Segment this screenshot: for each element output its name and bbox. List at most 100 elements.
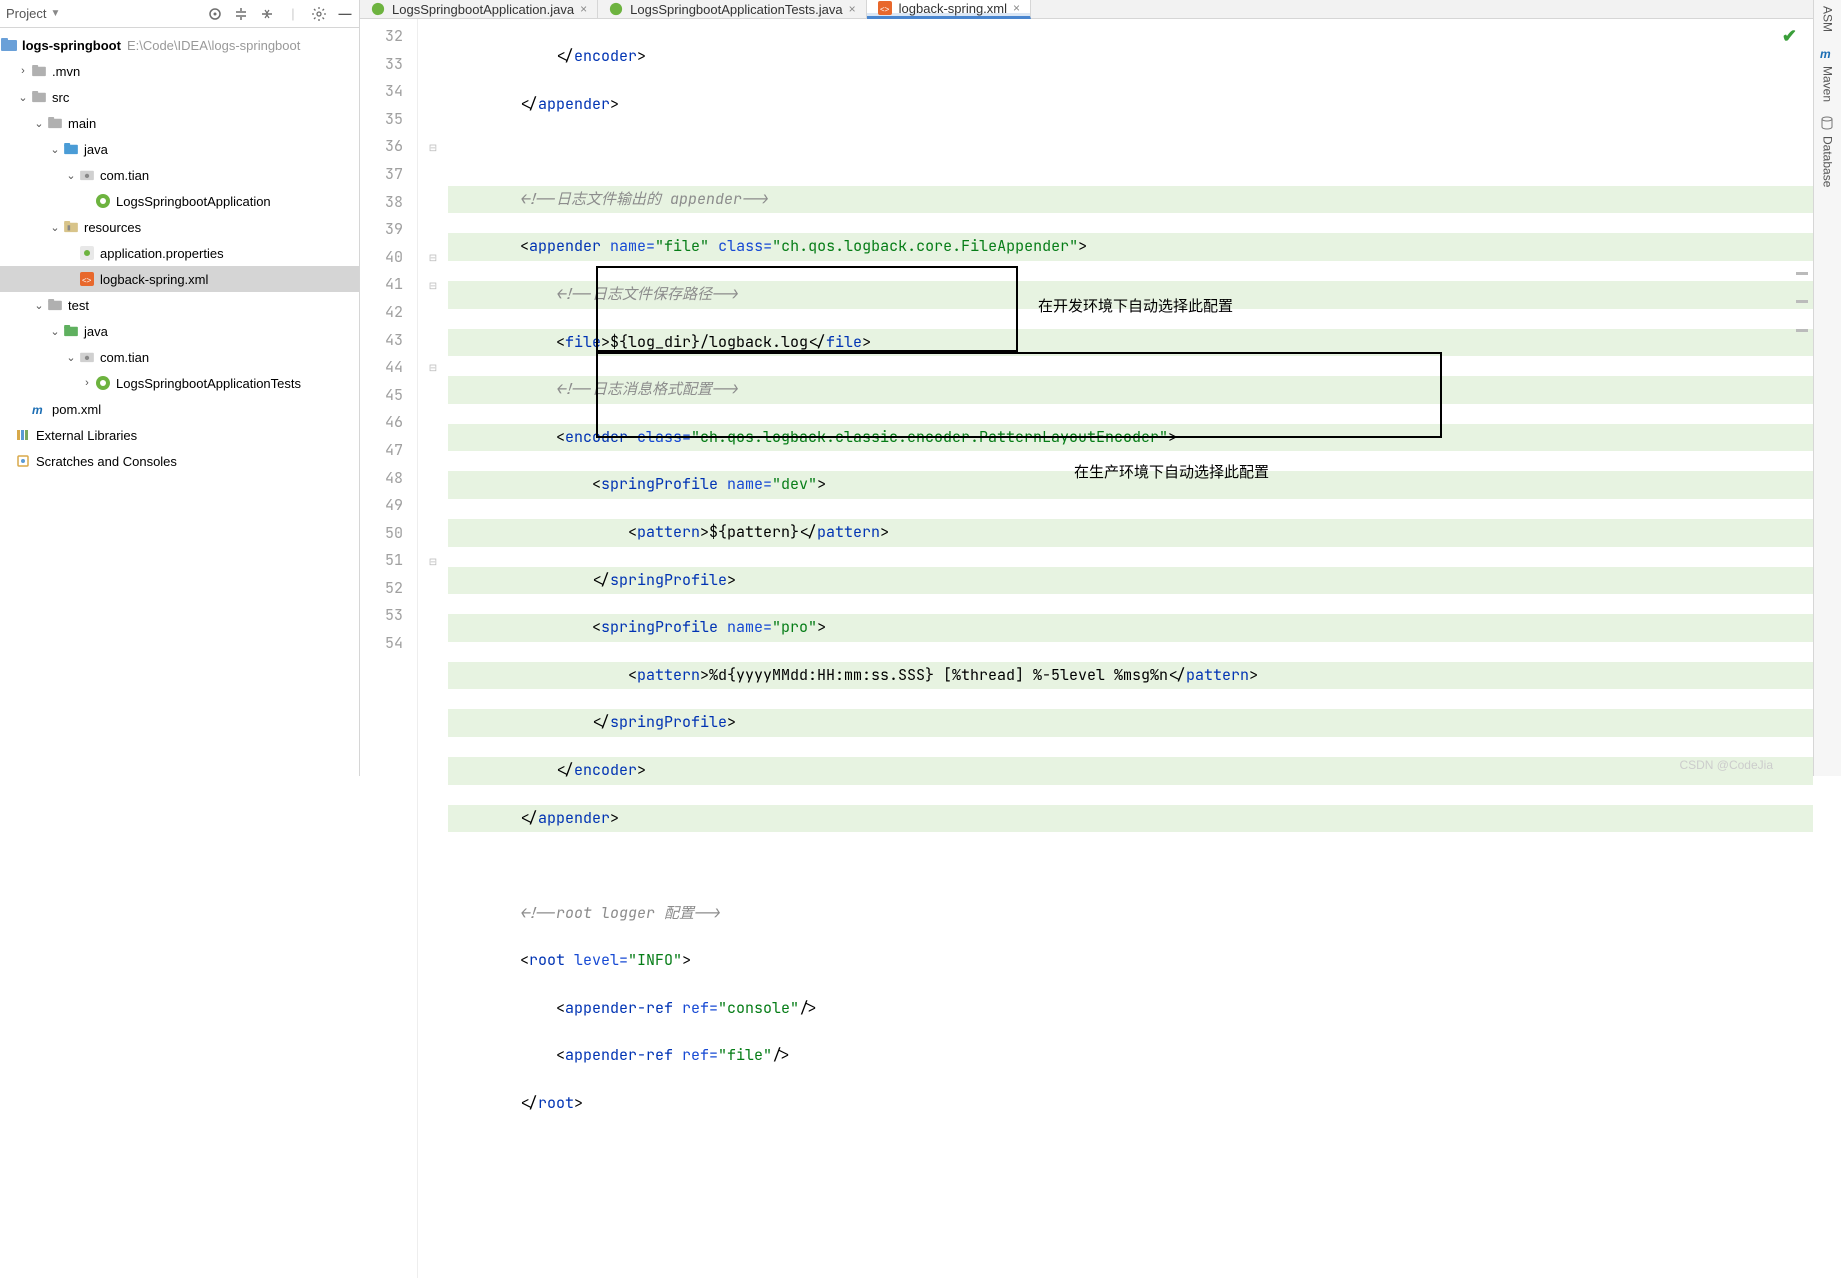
- annotation-text-pro: 在生产环境下自动选择此配置: [1074, 461, 1269, 482]
- line-number: 45: [360, 382, 403, 410]
- folder-icon: [46, 296, 64, 314]
- scratches-icon: [14, 452, 32, 470]
- tab-logback[interactable]: <> logback-spring.xml ×: [867, 0, 1031, 19]
- line-number: 36: [360, 133, 403, 161]
- rb-database[interactable]: Database: [1820, 116, 1836, 187]
- tree-logback[interactable]: <> logback-spring.xml: [0, 266, 359, 292]
- line-number: 48: [360, 465, 403, 493]
- tab-app-main[interactable]: LogsSpringbootApplication.java ×: [360, 0, 598, 18]
- chevron-down-icon: ⌄: [64, 351, 78, 364]
- project-sidebar: Project ▼ | — logs-springboot E:\Code\ID…: [0, 0, 360, 776]
- chevron-down-icon: ⌄: [48, 221, 62, 234]
- tree-item-label: External Libraries: [36, 428, 137, 443]
- xml-file-icon: <>: [877, 0, 893, 16]
- project-title[interactable]: Project ▼: [6, 6, 60, 21]
- tree-scratches[interactable]: Scratches and Consoles: [0, 448, 359, 474]
- tree-java-test[interactable]: ⌄ java: [0, 318, 359, 344]
- close-icon[interactable]: ×: [849, 2, 856, 16]
- chevron-down-icon: ⌄: [32, 117, 46, 130]
- line-number: 40: [360, 244, 403, 272]
- tree-mvn[interactable]: ›.mvn: [0, 58, 359, 84]
- fold-gutter: ⊟ ⊟ ⊟ ⊟ ⊟: [418, 19, 448, 1278]
- tree-item-label: test: [68, 298, 89, 313]
- tree-item-label: main: [68, 116, 96, 131]
- line-number: 44: [360, 354, 403, 382]
- chevron-right-icon: ›: [80, 377, 94, 389]
- chevron-down-icon: ⌄: [48, 143, 62, 156]
- project-tree: logs-springboot E:\Code\IDEA\logs-spring…: [0, 28, 359, 776]
- tree-item-label: resources: [84, 220, 141, 235]
- tree-app-main[interactable]: LogsSpringbootApplication: [0, 188, 359, 214]
- line-gutter: 32 33 34 35 36 37 38 39 40 41 42 43 44 4…: [360, 19, 418, 1278]
- line-number: 47: [360, 437, 403, 465]
- fold-marker-icon[interactable]: ⊟: [418, 271, 448, 299]
- right-toolbar: ASM mMaven Database: [1813, 0, 1841, 776]
- collapse-all-icon[interactable]: [259, 6, 275, 22]
- rb-maven[interactable]: mMaven: [1820, 46, 1836, 102]
- tab-label: LogsSpringbootApplication.java: [392, 2, 574, 17]
- fold-marker-icon[interactable]: ⊟: [418, 133, 448, 161]
- svg-text:m: m: [1820, 47, 1831, 60]
- tree-app-props[interactable]: application.properties: [0, 240, 359, 266]
- rb-asm[interactable]: ASM: [1821, 6, 1835, 32]
- line-number: 37: [360, 161, 403, 189]
- chevron-down-icon: ⌄: [48, 325, 62, 338]
- tree-item-label: application.properties: [100, 246, 224, 261]
- tree-resources[interactable]: ⌄ resources: [0, 214, 359, 240]
- tree-main[interactable]: ⌄ main: [0, 110, 359, 136]
- hide-icon[interactable]: —: [337, 6, 353, 22]
- svg-text:<>: <>: [880, 5, 890, 14]
- expand-all-icon[interactable]: [233, 6, 249, 22]
- spring-class-icon: [608, 1, 624, 17]
- tree-pkg-main[interactable]: ⌄com.tian: [0, 162, 359, 188]
- tree-pkg-test[interactable]: ⌄com.tian: [0, 344, 359, 370]
- package-icon: [78, 166, 96, 184]
- divider-icon: |: [285, 6, 301, 22]
- fold-marker-icon[interactable]: ⊟: [418, 354, 448, 382]
- folder-icon: [0, 36, 18, 54]
- tree-pom[interactable]: mpom.xml: [0, 396, 359, 422]
- close-icon[interactable]: ×: [580, 2, 587, 16]
- locate-icon[interactable]: [207, 6, 223, 22]
- tree-item-label: logback-spring.xml: [100, 272, 208, 287]
- maven-icon: m: [1820, 46, 1836, 62]
- settings-icon[interactable]: [311, 6, 327, 22]
- tab-label: LogsSpringbootApplicationTests.java: [630, 2, 842, 17]
- tree-item-label: pom.xml: [52, 402, 101, 417]
- xml-file-icon: <>: [78, 270, 96, 288]
- chevron-down-icon: ⌄: [16, 91, 30, 104]
- tree-item-label: Scratches and Consoles: [36, 454, 177, 469]
- line-number: 46: [360, 409, 403, 437]
- tree-root[interactable]: logs-springboot E:\Code\IDEA\logs-spring…: [0, 32, 359, 58]
- scrollbar-markers: [1795, 272, 1809, 332]
- line-number: 53: [360, 602, 403, 630]
- tree-root-path: E:\Code\IDEA\logs-springboot: [127, 38, 300, 53]
- spring-class-icon: [94, 374, 112, 392]
- tree-app-test[interactable]: ›LogsSpringbootApplicationTests: [0, 370, 359, 396]
- editor-tabs: LogsSpringbootApplication.java × LogsSpr…: [360, 0, 1813, 19]
- line-number: 34: [360, 78, 403, 106]
- tab-app-tests[interactable]: LogsSpringbootApplicationTests.java ×: [598, 0, 866, 18]
- database-icon: [1820, 116, 1836, 132]
- tree-src[interactable]: ⌄src: [0, 84, 359, 110]
- line-number: 38: [360, 189, 403, 217]
- fold-marker-icon[interactable]: ⊟: [418, 244, 448, 272]
- project-toolbar: Project ▼ | —: [0, 0, 359, 28]
- code-editor[interactable]: ✔ 32 33 34 35 36 37 38 39 40 41 42 43 44…: [360, 19, 1813, 1278]
- tree-test[interactable]: ⌄test: [0, 292, 359, 318]
- tree-ext-lib[interactable]: External Libraries: [0, 422, 359, 448]
- properties-file-icon: [78, 244, 96, 262]
- resources-folder-icon: [62, 218, 80, 236]
- tree-root-label: logs-springboot: [22, 38, 121, 53]
- folder-icon: [30, 62, 48, 80]
- line-number: 43: [360, 327, 403, 355]
- tree-java[interactable]: ⌄java: [0, 136, 359, 162]
- line-number: 50: [360, 520, 403, 548]
- folder-icon: [30, 88, 48, 106]
- line-number: 41: [360, 271, 403, 299]
- close-icon[interactable]: ×: [1013, 1, 1020, 15]
- code-area[interactable]: </encoder> </appender> <!--日志文件输出的 appen…: [448, 19, 1813, 1278]
- fold-marker-icon[interactable]: ⊟: [418, 547, 448, 575]
- tree-item-label: java: [84, 324, 108, 339]
- line-number: 32: [360, 23, 403, 51]
